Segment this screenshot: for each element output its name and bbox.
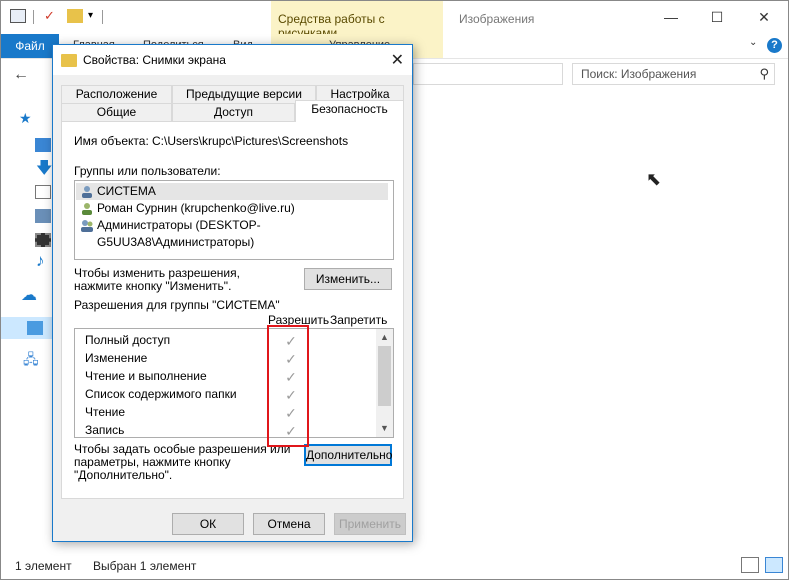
status-bar: 1 элемент Выбран 1 элемент	[1, 557, 788, 579]
expand-ribbon-icon[interactable]: ⌄	[749, 37, 757, 48]
permission-row: Чтение	[85, 405, 126, 419]
change-button[interactable]: Изменить...	[304, 268, 392, 290]
groups-label: Группы или пользователи:	[74, 164, 221, 178]
user-item-admins[interactable]: Администраторы (DESKTOP-G5UU3A8\Админист…	[76, 217, 388, 249]
dialog-title-bar: Свойства: Снимки экрана ✕	[53, 45, 412, 75]
user-name: Роман Сурнин (krupchenko@live.ru)	[97, 201, 295, 215]
properties-dialog: Свойства: Снимки экрана ✕ Расположение П…	[52, 44, 413, 542]
separator	[102, 10, 103, 24]
tab-general[interactable]: Общие	[61, 103, 172, 121]
title-bar: ✓ ▾ Средства работы с рисунками Изображе…	[1, 1, 788, 40]
permissions-list: Полный доступ ✓ Изменение ✓ Чтение и вып…	[74, 328, 394, 438]
advanced-hint-line2: параметры, нажмите кнопку	[74, 455, 231, 469]
status-selected: Выбран 1 элемент	[93, 559, 197, 573]
cancel-button[interactable]: Отмена	[253, 513, 325, 535]
user-icon	[80, 202, 94, 215]
tab-sharing[interactable]: Доступ	[172, 103, 295, 121]
apply-button[interactable]: Применить	[334, 513, 406, 535]
tab-location[interactable]: Расположение	[61, 85, 172, 103]
videos-icon[interactable]	[35, 233, 51, 247]
scroll-thumb[interactable]	[378, 346, 391, 406]
permissions-label: Разрешения для группы "СИСТЕМА"	[74, 298, 280, 312]
dialog-title: Свойства: Снимки экрана	[83, 53, 226, 67]
tab-file[interactable]: Файл	[1, 34, 59, 58]
documents-icon[interactable]	[35, 185, 51, 199]
permission-row: Запись	[85, 423, 125, 437]
permission-row: Изменение	[85, 351, 148, 365]
permission-row: Список содержимого папки	[85, 387, 237, 401]
permission-row: Полный доступ	[85, 333, 171, 347]
permission-row: Чтение и выполнение	[85, 369, 207, 383]
minimize-icon[interactable]: —	[661, 7, 681, 27]
user-group-icon	[80, 185, 94, 198]
search-placeholder: Поиск: Изображения	[581, 67, 697, 81]
ok-button[interactable]: ОК	[172, 513, 244, 535]
deny-header: Запретить	[330, 313, 388, 327]
new-folder-icon[interactable]	[67, 9, 83, 23]
back-icon[interactable]: ←	[13, 66, 29, 84]
music-icon[interactable]: ♪	[36, 251, 45, 271]
tab-security[interactable]: Безопасность	[295, 100, 404, 122]
users-list: СИСТЕМА Роман Сурнин (krupchenko@live.ru…	[74, 180, 394, 260]
details-view-icon[interactable]	[741, 557, 759, 573]
user-group-icon	[80, 219, 94, 232]
picture-tools-tab[interactable]: Средства работы с рисунками	[271, 1, 443, 40]
permissions-scrollbar[interactable]: ▲ ▼	[376, 329, 393, 437]
security-panel: Имя объекта: C:\Users\krupc\Pictures\Scr…	[61, 121, 404, 499]
scroll-up-icon[interactable]: ▲	[376, 329, 393, 346]
object-path: C:\Users\krupc\Pictures\Screenshots	[152, 134, 349, 148]
help-icon[interactable]: ?	[767, 38, 782, 53]
user-item-roman[interactable]: Роман Сурнин (krupchenko@live.ru)	[76, 200, 388, 217]
change-hint-line1: Чтобы изменить разрешения,	[74, 266, 240, 280]
advanced-hint-line3: "Дополнительно".	[74, 468, 173, 482]
status-item-count: 1 элемент	[15, 559, 72, 573]
large-icons-view-icon[interactable]	[765, 557, 783, 573]
folder-icon	[61, 54, 77, 67]
change-hint-line2: нажмите кнопку "Изменить".	[74, 279, 232, 293]
search-icon[interactable]: ⚲	[759, 66, 769, 82]
mouse-cursor-icon: ⬉	[646, 169, 662, 189]
highlight-frame	[267, 325, 309, 447]
search-input[interactable]: Поиск: Изображения ⚲	[572, 63, 775, 85]
this-pc-icon	[27, 321, 43, 335]
scroll-down-icon[interactable]: ▼	[376, 420, 393, 437]
desktop-icon[interactable]	[35, 138, 51, 152]
user-name: СИСТЕМА	[97, 184, 156, 198]
navigation-pane: ★ 🡇 ♪ ☁ 🖧	[1, 93, 53, 553]
object-name-label: Имя объекта:	[74, 134, 149, 148]
pictures-icon[interactable]	[35, 209, 51, 223]
separator	[33, 10, 34, 24]
close-icon[interactable]: ✕	[754, 7, 774, 27]
quick-access-star-icon[interactable]: ★	[19, 110, 32, 127]
address-bar[interactable]	[413, 63, 563, 85]
advanced-button[interactable]: Дополнительно	[304, 444, 392, 466]
onedrive-icon[interactable]: ☁	[21, 285, 37, 305]
network-icon[interactable]: 🖧	[23, 349, 39, 373]
properties-icon[interactable]: ✓	[44, 9, 60, 23]
window-menu-icon[interactable]	[10, 9, 26, 23]
window-title: Изображения	[459, 12, 535, 26]
user-name: Администраторы (DESKTOP-G5UU3A8\Админист…	[97, 218, 261, 249]
maximize-icon[interactable]: ☐	[707, 7, 727, 27]
dialog-close-icon[interactable]: ✕	[391, 50, 404, 70]
downloads-icon[interactable]: 🡇	[36, 157, 52, 184]
advanced-hint-line1: Чтобы задать особые разрешения или	[74, 442, 291, 456]
user-item-system[interactable]: СИСТЕМА	[76, 183, 388, 200]
